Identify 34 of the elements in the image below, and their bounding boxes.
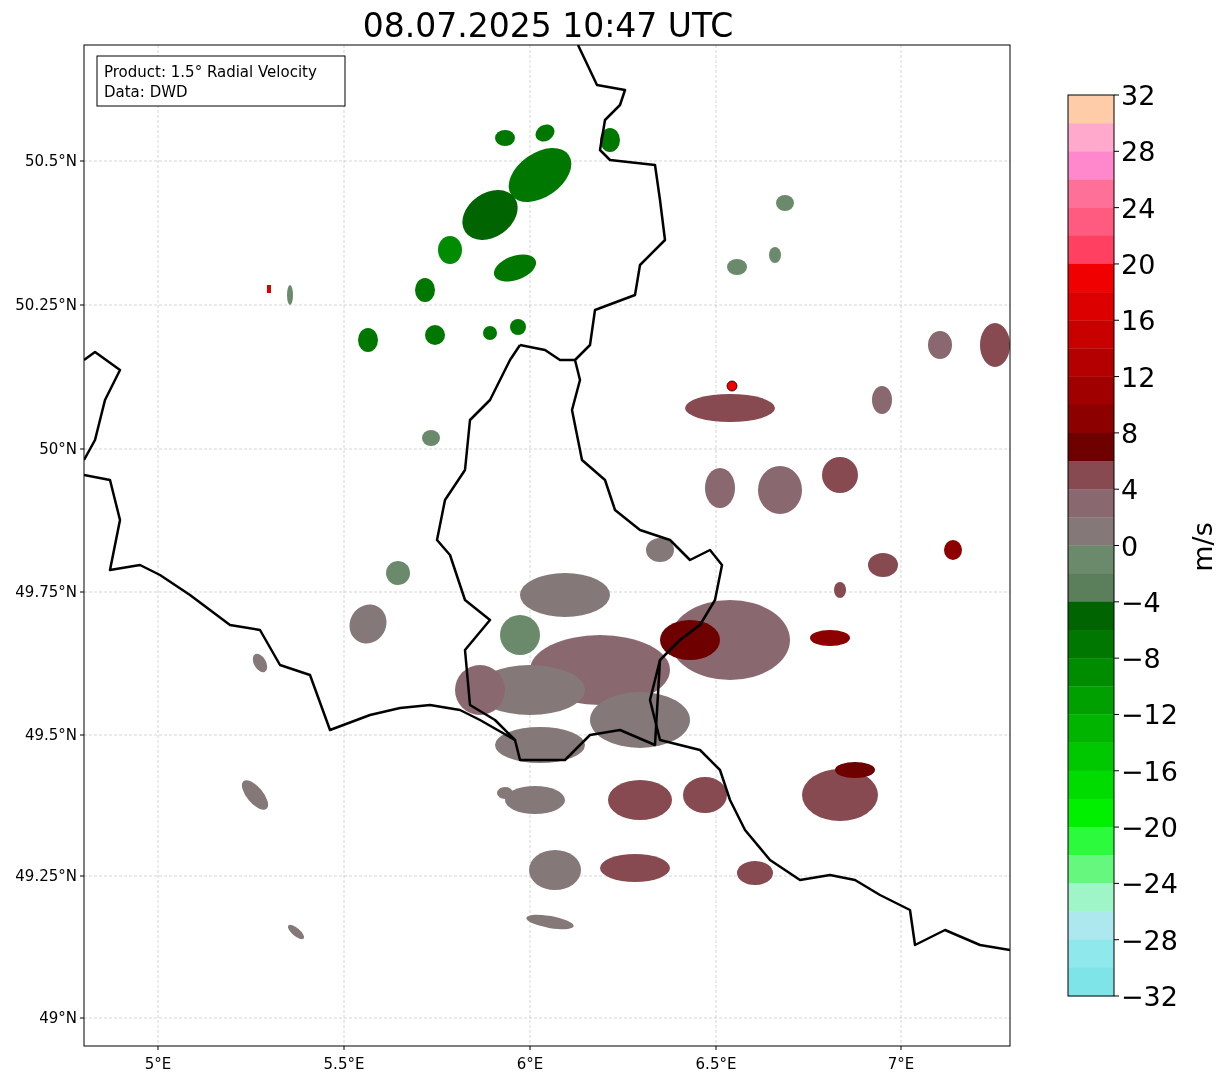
colorbar-tick-label: −20	[1121, 812, 1178, 844]
longitude-label: 5°E	[144, 1055, 172, 1073]
latitude-label: 50.25°N	[15, 296, 77, 314]
colorbar-tick-label: 32	[1121, 80, 1156, 111]
chart-title: 08.07.2025 10:47 UTC	[362, 6, 734, 45]
radar-site-marker	[726, 380, 738, 392]
latitude-label: 49°N	[39, 1009, 77, 1027]
colorbar-tick-label: 12	[1121, 361, 1156, 393]
colorbar-tick-label: −4	[1121, 586, 1161, 618]
latitude-label: 50.5°N	[24, 152, 77, 170]
latitude-label: 49.25°N	[15, 867, 77, 885]
latitude-label: 49.75°N	[15, 583, 77, 601]
colorbar-tick-label: 0	[1121, 530, 1139, 562]
colorbar-tick-label: −12	[1121, 699, 1178, 731]
colorbar-tick-label: −8	[1121, 643, 1161, 675]
legend-text: Data: DWD	[104, 83, 188, 101]
legend-text: Product: 1.5° Radial Velocity	[104, 63, 317, 81]
longitude-label: 5.5°E	[323, 1055, 365, 1073]
colorbar-tick-label: 16	[1121, 305, 1156, 337]
colorbar-tick-label: −32	[1121, 981, 1178, 1012]
latitude-label: 49.5°N	[24, 726, 77, 744]
latitude-label: 50°N	[39, 440, 77, 458]
colorbar-tick-label: 20	[1121, 248, 1156, 280]
longitude-label: 7°E	[887, 1055, 915, 1073]
colorbar-tick-label: −24	[1121, 868, 1178, 900]
longitude-label: 6.5°E	[695, 1055, 737, 1073]
colorbar-tick-label: 8	[1121, 417, 1139, 449]
colorbar-axis-label: m/s	[1187, 522, 1218, 572]
colorbar-tick-label: 28	[1121, 136, 1156, 168]
colorbar-tick-label: 4	[1121, 474, 1139, 506]
longitude-label: 6°E	[516, 1055, 544, 1073]
colorbar-tick-label: −28	[1121, 924, 1178, 956]
colorbar-tick-label: −16	[1121, 755, 1178, 787]
colorbar-tick-label: 24	[1121, 192, 1156, 224]
